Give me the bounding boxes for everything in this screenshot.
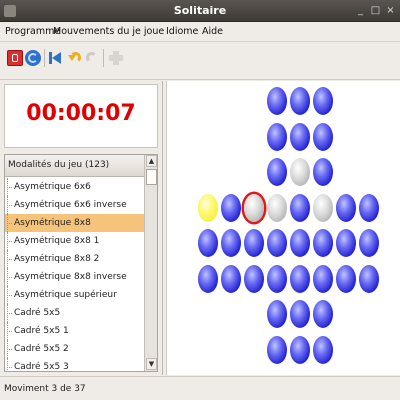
peg[interactable] bbox=[313, 335, 333, 364]
elapsed-timer: 00:00:07 bbox=[26, 101, 136, 126]
list-item[interactable]: Cadré 5x5 bbox=[5, 304, 145, 322]
peg[interactable] bbox=[313, 229, 333, 257]
game-mode-list[interactable]: Modalités du jeu (123) Asymétrique 6x6 A… bbox=[4, 154, 158, 372]
scroll-down-icon[interactable]: ▼ bbox=[146, 358, 157, 370]
peg[interactable] bbox=[313, 264, 333, 293]
peg[interactable] bbox=[290, 335, 310, 364]
peg[interactable] bbox=[290, 87, 310, 115]
peg[interactable] bbox=[290, 193, 310, 222]
close-button[interactable]: × bbox=[384, 4, 397, 17]
peg[interactable] bbox=[313, 122, 333, 151]
peg[interactable] bbox=[221, 193, 241, 222]
peg[interactable] bbox=[267, 158, 287, 186]
peg[interactable] bbox=[221, 264, 241, 293]
peg[interactable] bbox=[336, 229, 356, 257]
menu-mouvements[interactable]: Mouvements du je joue bbox=[53, 26, 164, 37]
empty-hole[interactable] bbox=[290, 158, 310, 186]
peg[interactable] bbox=[313, 158, 333, 186]
selected-peg[interactable] bbox=[244, 193, 264, 222]
peg[interactable] bbox=[198, 264, 218, 293]
undo-icon[interactable] bbox=[67, 50, 83, 66]
peg[interactable] bbox=[198, 229, 218, 257]
menu-bar: Programme Mouvements du je joue Idiome A… bbox=[0, 22, 400, 42]
left-panel: 00:00:07 Modalités du jeu (123) Asymétri… bbox=[0, 81, 163, 375]
peg[interactable] bbox=[221, 229, 241, 257]
list-item[interactable]: Asymétrique 8x8 1 bbox=[5, 232, 145, 250]
quit-icon[interactable] bbox=[7, 50, 23, 66]
menu-programme[interactable]: Programme bbox=[5, 26, 60, 37]
peg[interactable] bbox=[267, 264, 287, 293]
list-scrollbar[interactable]: ▲ ▼ bbox=[144, 155, 157, 371]
peg[interactable] bbox=[336, 193, 356, 222]
list-item[interactable]: Asymétrique 8x8 2 bbox=[5, 250, 145, 268]
list-items: Asymétrique 6x6 Asymétrique 6x6 inverse … bbox=[5, 178, 145, 371]
peg[interactable] bbox=[290, 229, 310, 257]
peg[interactable] bbox=[290, 122, 310, 151]
peg[interactable] bbox=[359, 193, 379, 222]
peg[interactable] bbox=[313, 300, 333, 328]
menu-aide[interactable]: Aide bbox=[202, 26, 223, 37]
timer-panel: 00:00:07 bbox=[4, 84, 158, 148]
menu-idiome[interactable]: Idiome bbox=[166, 26, 198, 37]
list-item[interactable]: Asymétrique 6x6 bbox=[5, 178, 145, 196]
redo-icon bbox=[84, 50, 100, 66]
peg[interactable] bbox=[267, 229, 287, 257]
status-bar: Moviment 3 de 37 bbox=[0, 376, 400, 400]
list-item[interactable]: Asymétrique 8x8 inverse bbox=[5, 268, 145, 286]
toolbar-separator bbox=[44, 49, 45, 67]
minimize-button[interactable]: _ bbox=[354, 4, 367, 17]
list-header[interactable]: Modalités du jeu (123) bbox=[5, 155, 145, 177]
toolbar bbox=[0, 42, 400, 80]
new-game-icon[interactable] bbox=[25, 50, 41, 66]
peg[interactable] bbox=[290, 264, 310, 293]
list-item[interactable]: Cadré 5x5 3 bbox=[5, 358, 145, 371]
peg[interactable] bbox=[267, 335, 287, 364]
scroll-up-icon[interactable]: ▲ bbox=[146, 155, 157, 167]
list-item[interactable]: Asymétrique supérieur bbox=[5, 286, 145, 304]
peg[interactable] bbox=[267, 122, 287, 151]
peg[interactable] bbox=[359, 264, 379, 293]
empty-hole[interactable] bbox=[313, 193, 333, 222]
list-item-selected[interactable]: Asymétrique 8x8 bbox=[5, 214, 145, 232]
empty-hole[interactable] bbox=[267, 193, 287, 222]
peg[interactable] bbox=[359, 229, 379, 257]
peg[interactable] bbox=[244, 229, 264, 257]
peg[interactable] bbox=[267, 87, 287, 115]
window-titlebar: Solitaire _ □ × bbox=[0, 0, 400, 22]
marked-peg[interactable] bbox=[198, 193, 218, 222]
move-counter: Moviment 3 de 37 bbox=[4, 384, 86, 394]
maximize-button[interactable]: □ bbox=[369, 4, 382, 17]
peg[interactable] bbox=[244, 264, 264, 293]
list-item[interactable]: Cadré 5x5 1 bbox=[5, 322, 145, 340]
peg[interactable] bbox=[313, 87, 333, 115]
undo-first-icon[interactable] bbox=[48, 50, 64, 66]
list-item[interactable]: Asymétrique 6x6 inverse bbox=[5, 196, 145, 214]
peg[interactable] bbox=[336, 264, 356, 293]
list-item[interactable]: Cadré 5x5 2 bbox=[5, 340, 145, 358]
game-board[interactable] bbox=[166, 81, 400, 375]
peg[interactable] bbox=[290, 300, 310, 328]
toolbar-separator bbox=[103, 49, 104, 67]
hint-icon bbox=[108, 50, 124, 66]
scroll-thumb[interactable] bbox=[146, 169, 157, 185]
window-title: Solitaire bbox=[173, 4, 227, 17]
peg[interactable] bbox=[267, 300, 287, 328]
